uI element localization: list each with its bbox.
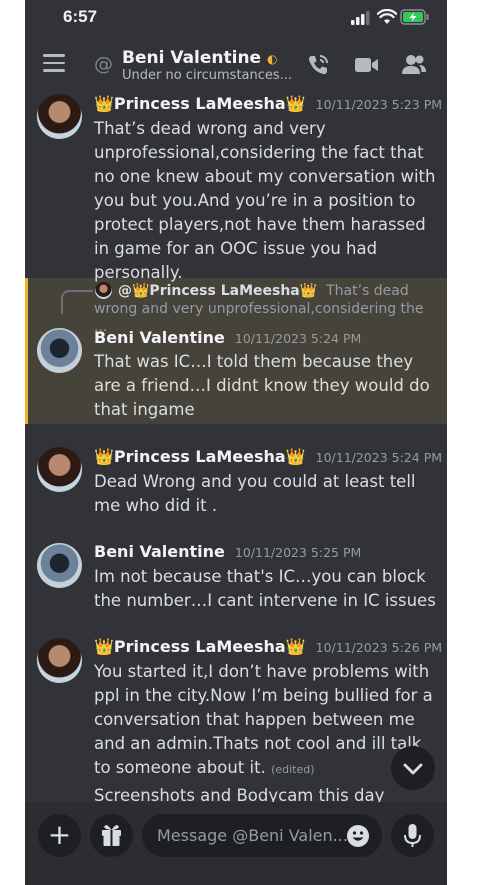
message-text-followup: Screenshots and Bodycam this day forward xyxy=(94,786,385,802)
message-list[interactable]: 👑Princess LaMeesha👑 10/11/2023 5:23 PM Th… xyxy=(25,90,447,802)
author-name: 👑Princess LaMeesha👑 xyxy=(94,447,306,466)
message-text-content: You started it,I don’t have problems wit… xyxy=(94,662,433,777)
custom-status: Under no circumstances... xyxy=(122,68,293,83)
reply-connector xyxy=(61,290,93,314)
message-timestamp: 10/11/2023 5:24 PM xyxy=(234,331,362,346)
avatar[interactable] xyxy=(37,447,82,492)
author-name: 👑Princess LaMeesha👑 xyxy=(94,637,306,656)
dm-recipient-name[interactable]: Beni Valentine ◐ xyxy=(122,48,278,68)
avatar[interactable] xyxy=(37,328,82,373)
reply-author: @👑Princess LaMeesha👑 xyxy=(118,283,318,299)
message-text: Im not because that's IC…you can block t… xyxy=(94,567,436,610)
channel-header: @ Beni Valentine ◐ Under no circumstance… xyxy=(25,36,447,92)
message-composer: + Message @Beni Valen... xyxy=(25,802,447,885)
microphone-icon xyxy=(404,824,421,847)
message-author[interactable]: 👑Princess LaMeesha👑 10/11/2023 5:26 PM xyxy=(94,637,442,656)
message-timestamp: 10/11/2023 5:24 PM xyxy=(315,450,443,465)
avatar[interactable] xyxy=(37,94,82,139)
wifi-icon xyxy=(377,9,397,24)
message-timestamp: 10/11/2023 5:25 PM xyxy=(234,545,362,560)
author-name: Beni Valentine xyxy=(94,328,225,347)
gift-icon xyxy=(102,825,121,846)
discord-dm-screen: 6:57 @ Beni Valentine ◐ Under no circums… xyxy=(25,0,447,885)
message-text: That was IC…I told them because they are… xyxy=(94,352,430,419)
battery-charging-icon xyxy=(400,9,429,25)
message-author[interactable]: Beni Valentine 10/11/2023 5:24 PM xyxy=(94,328,361,347)
add-attachment-button[interactable]: + xyxy=(38,814,81,857)
recipient-name-text: Beni Valentine xyxy=(122,48,262,68)
status-time: 6:57 xyxy=(63,7,98,26)
message-text: Dead Wrong and you could at least tell m… xyxy=(94,472,416,515)
message-author[interactable]: 👑Princess LaMeesha👑 10/11/2023 5:24 PM xyxy=(94,447,442,466)
message-text: You started it,I don’t have problems wit… xyxy=(94,660,439,782)
edited-label: (edited) xyxy=(271,763,315,776)
message-author[interactable]: 👑Princess LaMeesha👑 10/11/2023 5:23 PM xyxy=(94,94,442,113)
video-camera-icon[interactable] xyxy=(353,52,379,78)
message-timestamp: 10/11/2023 5:26 PM xyxy=(315,640,443,655)
jump-to-latest-button[interactable] xyxy=(391,746,435,790)
status-bar: 6:57 xyxy=(25,0,447,36)
message-input-placeholder: Message @Beni Valen... xyxy=(157,826,348,845)
message-author[interactable]: Beni Valentine 10/11/2023 5:25 PM xyxy=(94,542,361,561)
author-name: Beni Valentine xyxy=(94,542,225,561)
phone-call-icon[interactable] xyxy=(305,52,331,78)
avatar[interactable] xyxy=(37,543,82,588)
message-input[interactable]: Message @Beni Valen... xyxy=(142,814,382,857)
avatar[interactable] xyxy=(37,638,82,683)
emoji-icon[interactable] xyxy=(346,824,370,848)
cellular-signal-icon xyxy=(351,11,370,25)
at-icon: @ xyxy=(94,53,113,75)
message-timestamp: 10/11/2023 5:23 PM xyxy=(315,97,443,112)
author-name: 👑Princess LaMeesha👑 xyxy=(94,94,306,113)
message-text: That’s dead wrong and very unprofessiona… xyxy=(94,119,436,282)
chevron-down-icon xyxy=(403,763,423,775)
voice-message-button[interactable] xyxy=(391,814,434,857)
idle-moon-icon: ◐ xyxy=(267,52,278,66)
hamburger-icon[interactable] xyxy=(43,54,65,72)
members-icon[interactable] xyxy=(401,52,427,78)
gift-button[interactable] xyxy=(90,814,133,857)
